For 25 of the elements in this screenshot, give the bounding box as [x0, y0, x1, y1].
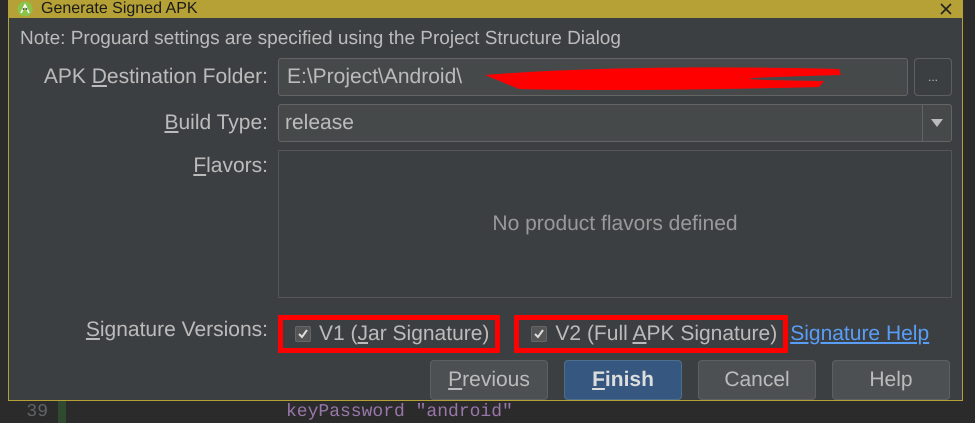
field-label: Flavors:: [192, 153, 268, 178]
field-label: Build Type:: [163, 111, 268, 135]
note-text: Note: Proguard settings are specified using the Project Structure Dialog: [20, 28, 622, 50]
build-type-dropdown[interactable]: release: [278, 104, 952, 142]
window-title: Generate Signed APK: [41, 0, 199, 18]
checkbox[interactable]: [295, 326, 311, 342]
line-number: 39: [25, 402, 48, 422]
dialog-button[interactable]: Finish: [564, 360, 682, 400]
field-label: APK Destination Folder:: [42, 65, 268, 89]
android-icon: [17, 1, 33, 17]
checkbox-label[interactable]: V2 (Full APK Signature): [555, 322, 778, 346]
signature-help-link[interactable]: Signature Help: [790, 322, 930, 346]
code-line: keyPassword "android": [286, 402, 513, 422]
dialog-button[interactable]: Previous: [430, 360, 548, 400]
gutter-marker: [58, 401, 66, 423]
browse-button[interactable]: ...: [914, 58, 952, 96]
close-icon[interactable]: [940, 3, 952, 15]
dialog-button[interactable]: Help: [832, 360, 950, 400]
path-field[interactable]: E:\Project\Android\: [278, 58, 908, 96]
checkbox[interactable]: [531, 326, 548, 342]
dialog-button[interactable]: Cancel: [698, 360, 816, 400]
checkbox-label[interactable]: V1 (Jar Signature): [319, 322, 490, 346]
dropdown-arrow-icon: [931, 119, 943, 127]
empty-message: No product flavors defined: [492, 212, 738, 236]
field-label: Signature Versions:: [84, 318, 268, 342]
